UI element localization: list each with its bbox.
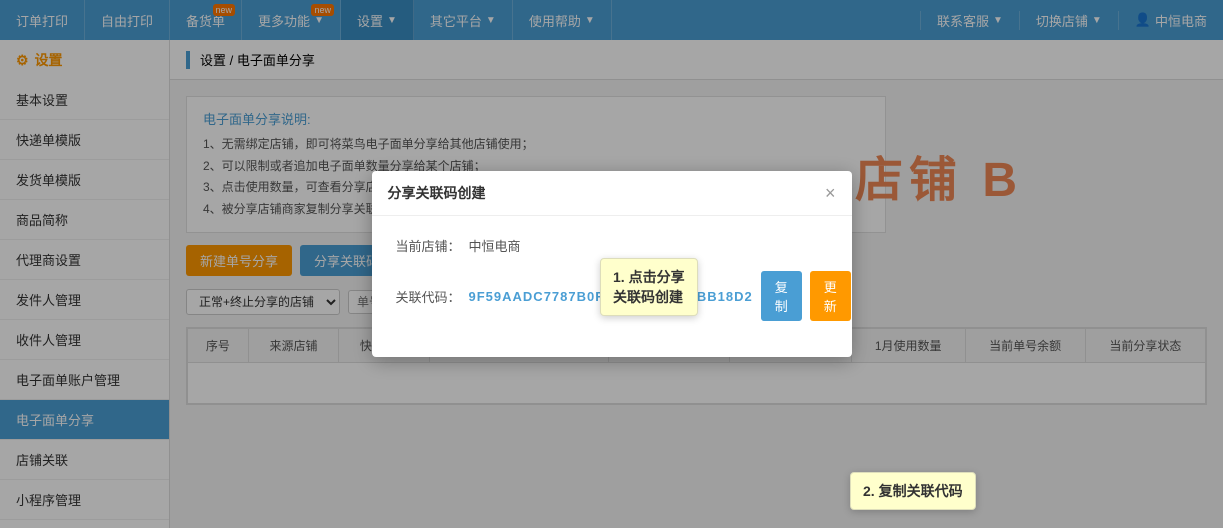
modal-close-button[interactable]: × xyxy=(825,184,836,202)
modal-title: 分享关联码创建 xyxy=(388,183,486,203)
modal-code-label: 关联代码： xyxy=(396,287,461,306)
modal-store-row: 当前店铺： 中恒电商 xyxy=(396,236,828,255)
modal-store-label: 当前店铺： xyxy=(396,236,461,255)
callout-2: 2. 复制关联代码 xyxy=(850,472,976,510)
modal-store-value: 中恒电商 xyxy=(469,236,521,255)
copy-code-button[interactable]: 复制 xyxy=(761,271,802,321)
modal-actions: 复制 更新 xyxy=(761,271,851,321)
callout-1: 1. 点击分享 关联码创建 xyxy=(600,258,698,316)
update-code-button[interactable]: 更新 xyxy=(810,271,851,321)
modal-header: 分享关联码创建 × xyxy=(372,171,852,216)
